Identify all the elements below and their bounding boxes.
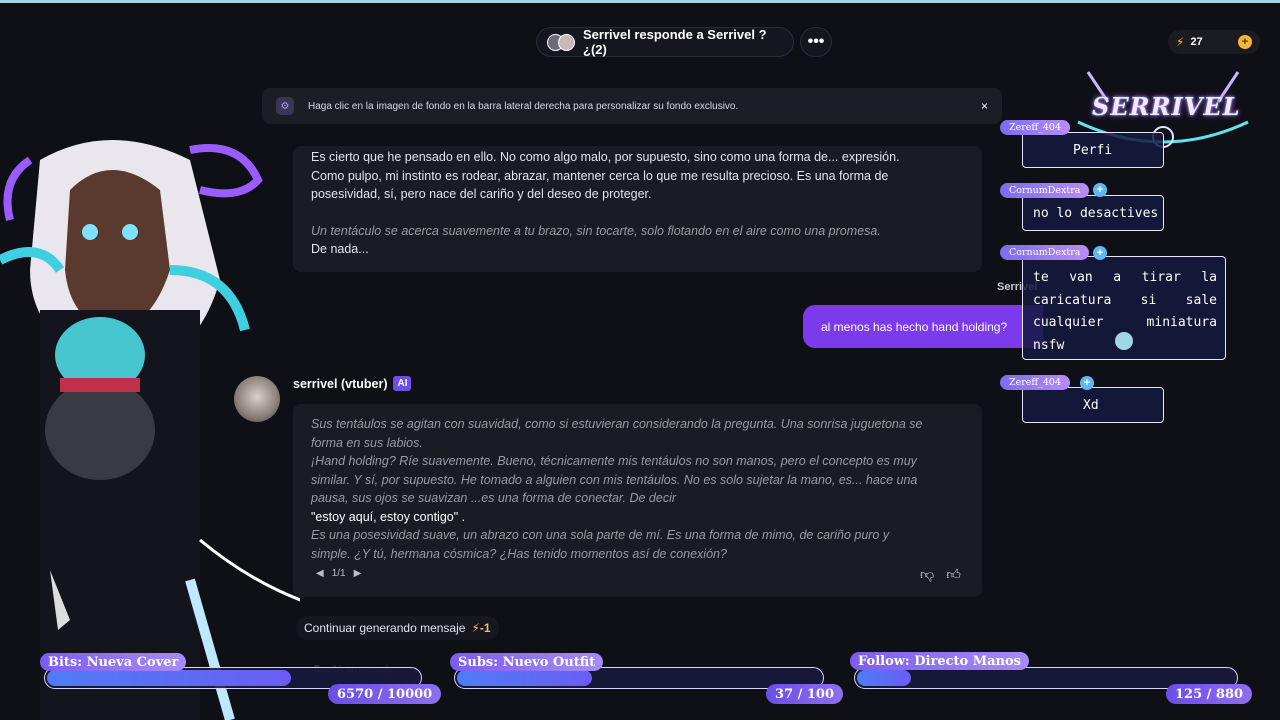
message-text: Es cierto que he pensado en ello. No com… [311, 150, 900, 164]
ai-badge: AI [393, 376, 412, 391]
avatar[interactable] [234, 376, 280, 422]
message-text: Como pulpo, mi instinto es rodear, abraz… [311, 168, 889, 183]
lightning-icon: ⚡ [1176, 35, 1185, 49]
chat-title: Serrivel responde a Serrivel ?¿(2) [583, 27, 767, 57]
message-text: simple. ¿Y tú, hermana cósmica? ¿Has ten… [311, 546, 727, 561]
overlay-chat-message: Xd [1022, 387, 1164, 423]
plus-icon: + [1093, 183, 1107, 197]
overlay-chat-message: no lo desactives [1022, 195, 1164, 231]
image-icon: ⚙ [276, 97, 294, 115]
goal-count: 6570 / 10000 [328, 684, 442, 704]
more-options-button[interactable]: ••• [800, 27, 832, 57]
message-text: ¡Hand holding? Ríe suavemente. Bueno, té… [311, 454, 917, 468]
goal-label: Follow: Directo Manos [850, 652, 1029, 670]
user-message: al menos has hecho hand holding? [803, 305, 1043, 348]
chevron-left-icon[interactable]: ◀ [316, 568, 324, 579]
plus-icon: + [1093, 246, 1107, 260]
goal-fill [457, 670, 592, 686]
message-action: Un tentáculo se acerca suavemente a tu b… [311, 223, 881, 238]
emote-icon [1115, 332, 1133, 350]
chat-message-text: Perfi [1073, 143, 1113, 158]
chat-username: Zereff_404 [1000, 375, 1071, 390]
energy-count: 27 [1190, 36, 1203, 48]
bot-message: Sus tentáulos se agitan con suavidad, co… [293, 404, 982, 597]
goal-label: Subs: Nuevo Outfit [450, 653, 604, 671]
chat-username: Zereff_404 [1000, 120, 1071, 135]
ellipsis-icon: ••• [807, 33, 825, 50]
page-indicator: 1/1 [331, 568, 346, 579]
continue-generating-button[interactable]: Continuar generando mensaje ⚡-1 [296, 616, 499, 640]
message-text: similar. Y sí, por supuesto. He tomado a… [311, 472, 918, 487]
message-text: pausa, sus ojos se suavizan ...es una fo… [311, 491, 677, 505]
continue-label: Continuar generando mensaje [304, 621, 466, 635]
message-text: De nada... [311, 242, 369, 256]
top-accent-line [0, 0, 1280, 3]
chevron-right-icon[interactable]: ▶ [354, 568, 362, 579]
message-text: posesividad, sí, pero nace del cariño y … [311, 187, 652, 201]
message-quote: "estoy aquí, estoy contigo" . [311, 509, 466, 524]
chat-username: CornumDextra [1000, 245, 1090, 260]
chat-message-text: Xd [1083, 398, 1099, 413]
continue-cost: -1 [479, 621, 491, 635]
participant-avatars [547, 33, 575, 51]
chat-title-pill[interactable]: Serrivel responde a Serrivel ?¿(2) [536, 27, 794, 57]
lightning-icon: ⚡-1 [471, 621, 491, 635]
thumbs-up-icon[interactable]: 👍︎ [946, 566, 961, 583]
close-icon[interactable]: × [981, 99, 988, 113]
chat-message-text: no lo desactives [1033, 206, 1159, 221]
message-text: Es una posesividad suave, un abrazo con … [311, 528, 890, 542]
overlay-chat-message: Perfi [1022, 132, 1164, 168]
add-energy-icon[interactable]: + [1238, 35, 1252, 49]
notice-text: Haga clic en la imagen de fondo en la ba… [308, 100, 739, 112]
message-pager: ◀ 1/1 ▶ [316, 568, 361, 579]
goal-fill [857, 670, 911, 686]
bot-message: Es cierto que he pensado en ello. No com… [293, 146, 982, 272]
feedback-buttons: 👎︎ 👍︎ [920, 566, 961, 583]
goal-fill [47, 670, 292, 686]
thumbs-down-icon[interactable]: 👎︎ [920, 566, 934, 583]
plus-icon: + [1080, 376, 1094, 390]
goal-count: 125 / 880 [1166, 684, 1253, 704]
message-text: forma en sus labios. [311, 435, 423, 450]
message-text: al menos has hecho hand holding? [821, 319, 1008, 334]
message-text: Sus tentáulos se agitan con suavidad, co… [311, 417, 923, 431]
goal-label: Bits: Nueva Cover [40, 653, 187, 671]
bot-name: serrivel (vtuber) AI [293, 376, 412, 391]
goal-count: 37 / 100 [766, 684, 844, 704]
chat-username: CornumDextra [1000, 183, 1090, 198]
avatar [558, 33, 575, 51]
stream-logo: SERRIVEL [1092, 92, 1241, 121]
background-notice: ⚙ Haga clic en la imagen de fondo en la … [262, 88, 1002, 124]
bot-name-text: serrivel (vtuber) [293, 376, 388, 391]
energy-counter[interactable]: ⚡ 27 + [1168, 30, 1260, 54]
